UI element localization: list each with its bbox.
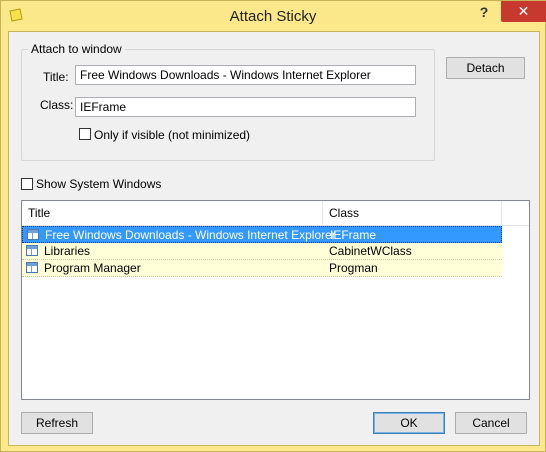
- list-header: Title Class: [22, 201, 529, 226]
- dialog-client-area: Attach to window Title: Free Windows Dow…: [8, 31, 540, 446]
- list-row[interactable]: Libraries CabinetWClass: [22, 243, 502, 260]
- row-title: Program Manager: [44, 261, 141, 275]
- close-button[interactable]: ✕: [501, 1, 546, 22]
- title-bar[interactable]: Attach Sticky ? ✕: [1, 1, 546, 31]
- detach-button[interactable]: Detach: [446, 57, 525, 79]
- windows-list[interactable]: Title Class Free Windows Downloads - Win…: [21, 200, 530, 400]
- column-header-class[interactable]: Class: [323, 201, 502, 225]
- row-title: Free Windows Downloads - Windows Interne…: [45, 228, 336, 242]
- visible-only-checkbox[interactable]: [79, 128, 91, 140]
- window-icon: [26, 245, 38, 256]
- window-icon: [27, 229, 39, 240]
- attach-to-window-group: Attach to window Title: Free Windows Dow…: [21, 42, 435, 161]
- row-title: Libraries: [44, 244, 91, 258]
- group-label: Attach to window: [28, 42, 125, 56]
- title-label: Title:: [43, 70, 69, 84]
- help-button[interactable]: ?: [469, 1, 499, 23]
- show-system-windows-checkbox[interactable]: [21, 178, 33, 190]
- row-class: Progman: [329, 261, 378, 275]
- window-icon: [26, 262, 38, 273]
- class-field[interactable]: IEFrame: [75, 97, 416, 117]
- visible-only-label[interactable]: Only if visible (not minimized): [94, 128, 250, 142]
- title-field[interactable]: Free Windows Downloads - Windows Interne…: [75, 65, 416, 85]
- show-system-windows-label[interactable]: Show System Windows: [36, 177, 161, 191]
- cancel-button[interactable]: Cancel: [455, 412, 527, 434]
- list-row[interactable]: Program Manager Progman: [22, 260, 502, 277]
- class-label: Class:: [40, 98, 74, 112]
- row-class: CabinetWClass: [329, 244, 412, 258]
- attach-sticky-dialog: Attach Sticky ? ✕ Attach to window Title…: [0, 0, 546, 452]
- column-header-title[interactable]: Title: [22, 201, 323, 225]
- row-class: IEFrame: [330, 228, 377, 242]
- ok-button[interactable]: OK: [373, 412, 445, 434]
- list-row[interactable]: Free Windows Downloads - Windows Interne…: [22, 226, 502, 243]
- window-title: Attach Sticky: [229, 8, 317, 25]
- refresh-button[interactable]: Refresh: [21, 412, 93, 434]
